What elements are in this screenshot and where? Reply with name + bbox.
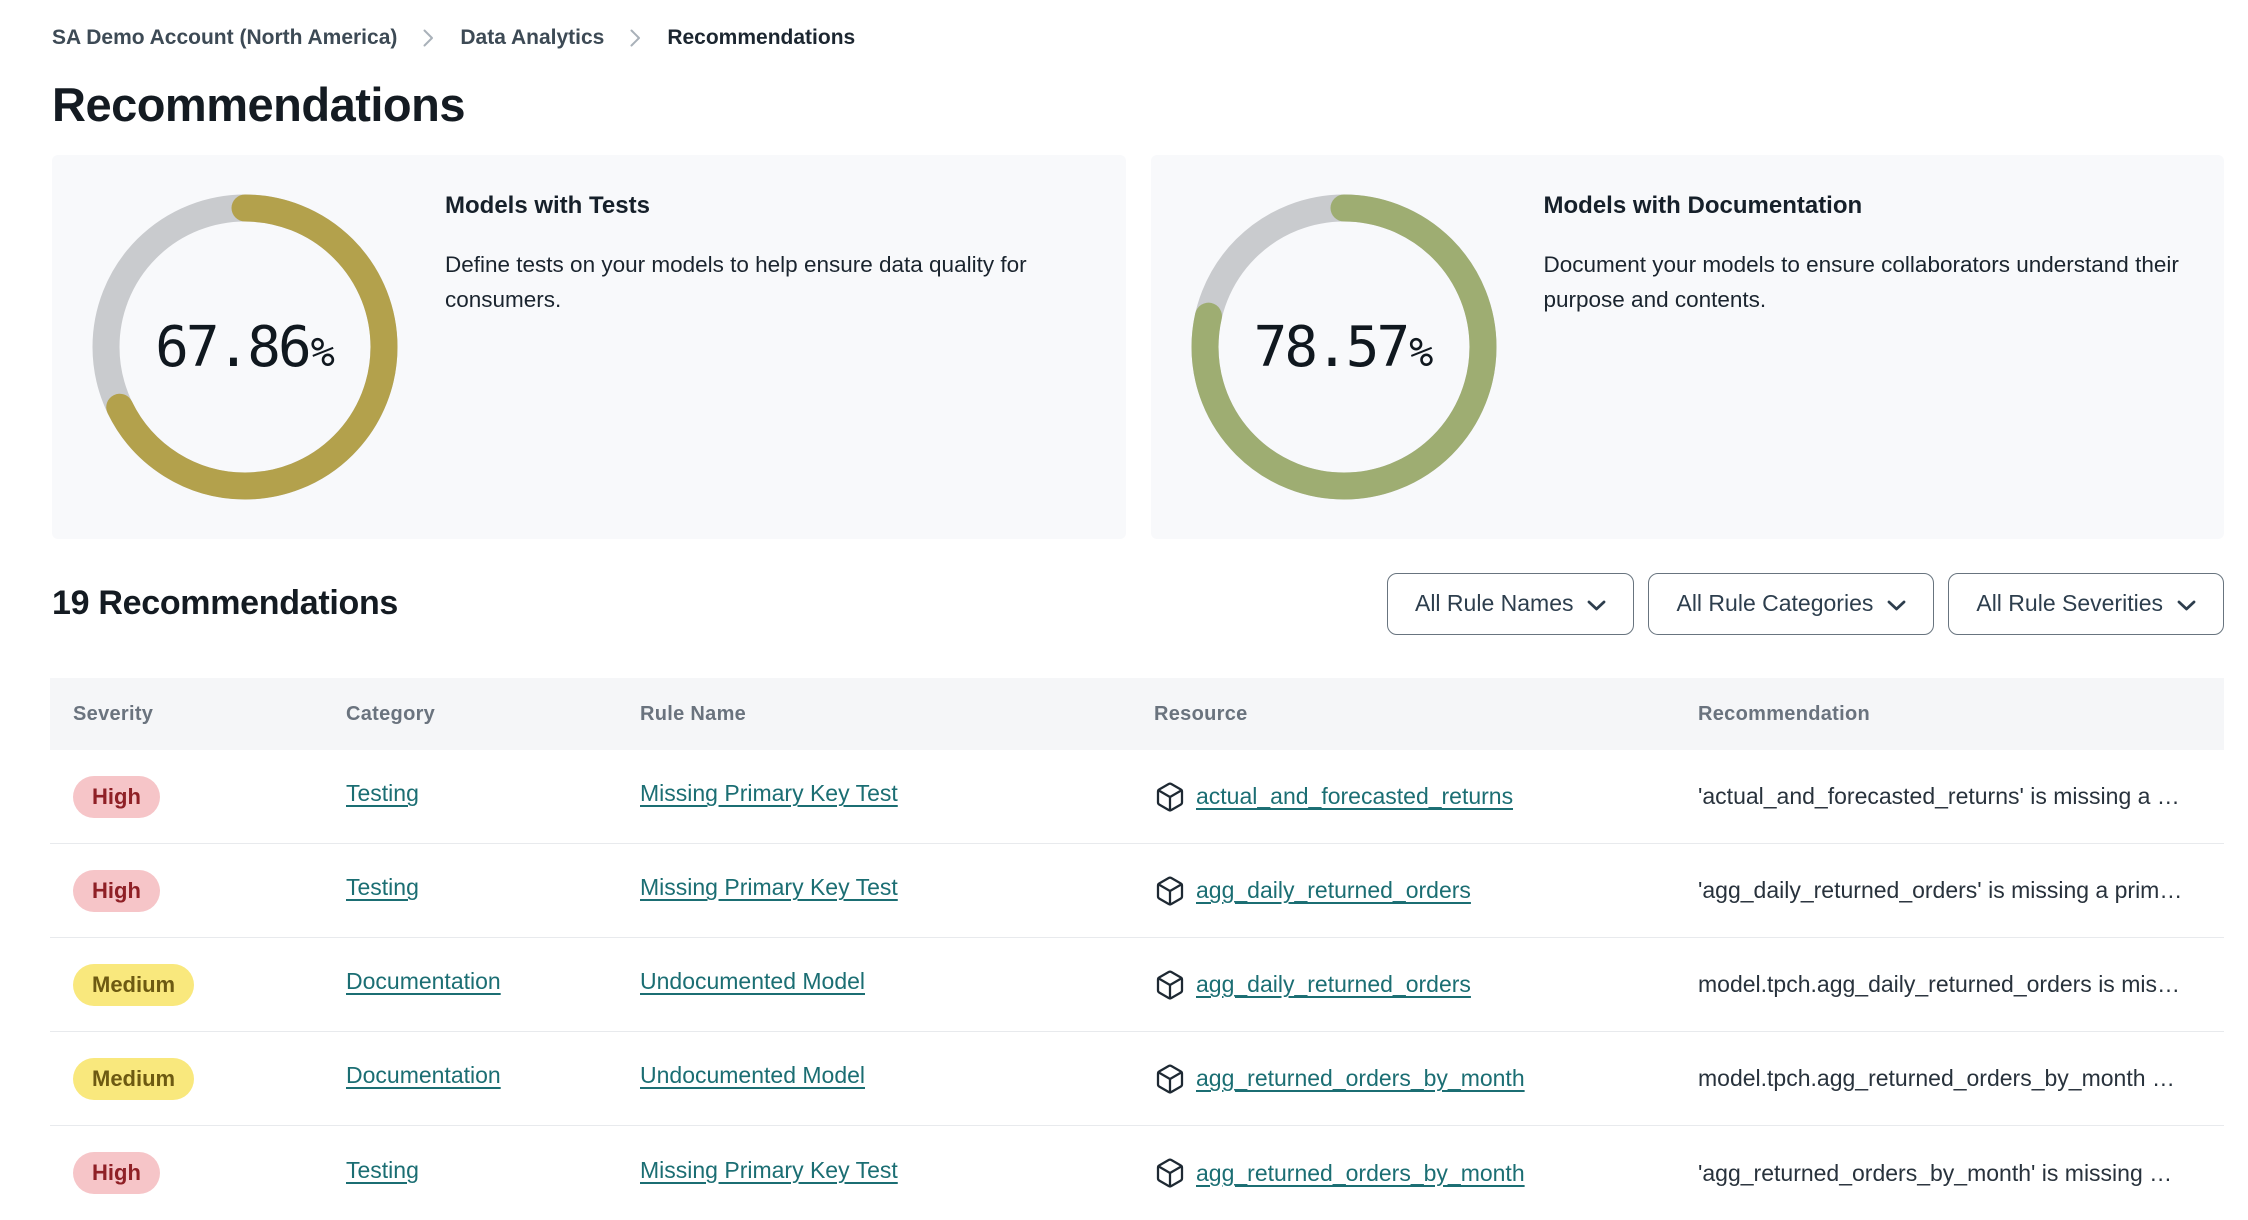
resource-link[interactable]: actual_and_forecasted_returns xyxy=(1196,783,1513,810)
rule-name-link[interactable]: Undocumented Model xyxy=(640,1062,865,1089)
chevron-down-icon xyxy=(1887,590,1906,617)
documentation-donut-chart: 78.57% xyxy=(1189,192,1499,502)
category-link[interactable]: Documentation xyxy=(346,1062,501,1089)
cube-icon xyxy=(1154,1157,1186,1189)
metric-card-models-with-documentation: 78.57% Models with Documentation Documen… xyxy=(1150,155,2224,539)
filter-bar: All Rule Names All Rule Categories All R… xyxy=(1386,572,2224,635)
filter-rule-severities-dropdown[interactable]: All Rule Severities xyxy=(1948,572,2224,635)
cube-icon xyxy=(1154,875,1186,907)
card-title-models-with-documentation: Models with Documentation xyxy=(1543,192,1863,219)
rule-name-link[interactable]: Missing Primary Key Test xyxy=(640,1157,898,1184)
category-link[interactable]: Documentation xyxy=(346,968,501,995)
rule-name-link[interactable]: Missing Primary Key Test xyxy=(640,780,898,807)
page-title: Recommendations xyxy=(52,78,465,131)
table-row: High Testing Missing Primary Key Test ag… xyxy=(50,1126,2224,1220)
severity-badge: Medium xyxy=(73,1057,195,1100)
recommendations-table: Severity Category Rule Name Resource Rec… xyxy=(50,678,2224,1220)
category-link[interactable]: Testing xyxy=(346,874,419,901)
filter-label: All Rule Categories xyxy=(1676,590,1874,616)
recommendation-text: model.tpch.agg_daily_returned_orders is … xyxy=(1698,971,2180,997)
category-link[interactable]: Testing xyxy=(346,780,419,807)
severity-badge: High xyxy=(73,775,160,818)
breadcrumb-item-account[interactable]: SA Demo Account (North America) xyxy=(52,26,397,50)
table-row: High Testing Missing Primary Key Test ag… xyxy=(50,844,2224,938)
breadcrumb: SA Demo Account (North America) Data Ana… xyxy=(0,0,2248,52)
table-row: Medium Documentation Undocumented Model … xyxy=(50,1032,2224,1126)
severity-badge: Medium xyxy=(73,963,195,1006)
table-header: Severity Category Rule Name Resource Rec… xyxy=(50,678,2224,750)
column-header-severity: Severity xyxy=(73,702,154,725)
resource-link[interactable]: agg_returned_orders_by_month xyxy=(1196,1160,1525,1187)
recommendation-text: 'agg_returned_orders_by_month' is missin… xyxy=(1698,1159,2173,1186)
card-title-models-with-tests: Models with Tests xyxy=(445,192,650,219)
column-header-category: Category xyxy=(346,702,436,725)
recommendations-page: SA Demo Account (North America) Data Ana… xyxy=(0,0,2248,1220)
list-header: 19 Recommendations All Rule Names All Ru… xyxy=(52,572,2224,635)
chevron-down-icon xyxy=(1587,590,1606,617)
chevron-right-icon xyxy=(423,29,434,47)
filter-label: All Rule Names xyxy=(1414,590,1574,616)
metric-card-models-with-tests: 67.86% Models with Tests Define tests on… xyxy=(52,155,1126,539)
column-header-rule-name: Rule Name xyxy=(640,702,747,725)
filter-rule-categories-dropdown[interactable]: All Rule Categories xyxy=(1648,572,1935,635)
table-row: Medium Documentation Undocumented Model … xyxy=(50,938,2224,1032)
rule-name-link[interactable]: Undocumented Model xyxy=(640,968,865,995)
chevron-right-icon xyxy=(630,29,641,47)
severity-badge: High xyxy=(73,1152,160,1194)
metric-cards: 67.86% Models with Tests Define tests on… xyxy=(52,155,2224,539)
recommendation-text: model.tpch.agg_returned_orders_by_month … xyxy=(1698,1065,2175,1091)
tests-percentage: 67.86% xyxy=(155,314,335,380)
filter-rule-names-dropdown[interactable]: All Rule Names xyxy=(1386,572,1635,635)
cube-icon xyxy=(1154,1063,1186,1095)
column-header-resource: Resource xyxy=(1154,702,1248,725)
category-link[interactable]: Testing xyxy=(346,1157,419,1184)
breadcrumb-item-current: Recommendations xyxy=(667,26,856,49)
column-header-recommendation: Recommendation xyxy=(1698,702,1871,725)
rule-name-link[interactable]: Missing Primary Key Test xyxy=(640,874,898,901)
filter-label: All Rule Severities xyxy=(1976,590,2163,616)
recommendation-text: 'actual_and_forecasted_returns' is missi… xyxy=(1698,783,2180,809)
documentation-percentage: 78.57% xyxy=(1253,314,1434,380)
cube-icon xyxy=(1154,781,1186,813)
recommendation-text: 'agg_daily_returned_orders' is missing a… xyxy=(1698,877,2183,903)
cube-icon xyxy=(1154,969,1186,1001)
table-row: High Testing Missing Primary Key Test ac… xyxy=(50,750,2224,844)
resource-link[interactable]: agg_daily_returned_orders xyxy=(1196,971,1471,998)
chevron-down-icon xyxy=(2177,590,2196,617)
resource-link[interactable]: agg_returned_orders_by_month xyxy=(1196,1065,1525,1092)
card-description: Define tests on your models to help ensu… xyxy=(445,252,1027,312)
severity-badge: High xyxy=(73,869,160,912)
breadcrumb-item-project[interactable]: Data Analytics xyxy=(460,26,604,50)
resource-link[interactable]: agg_daily_returned_orders xyxy=(1196,877,1471,904)
card-description: Document your models to ensure collabora… xyxy=(1543,252,2179,312)
tests-donut-chart: 67.86% xyxy=(90,192,400,502)
recommendations-count-heading: 19 Recommendations xyxy=(52,584,399,622)
